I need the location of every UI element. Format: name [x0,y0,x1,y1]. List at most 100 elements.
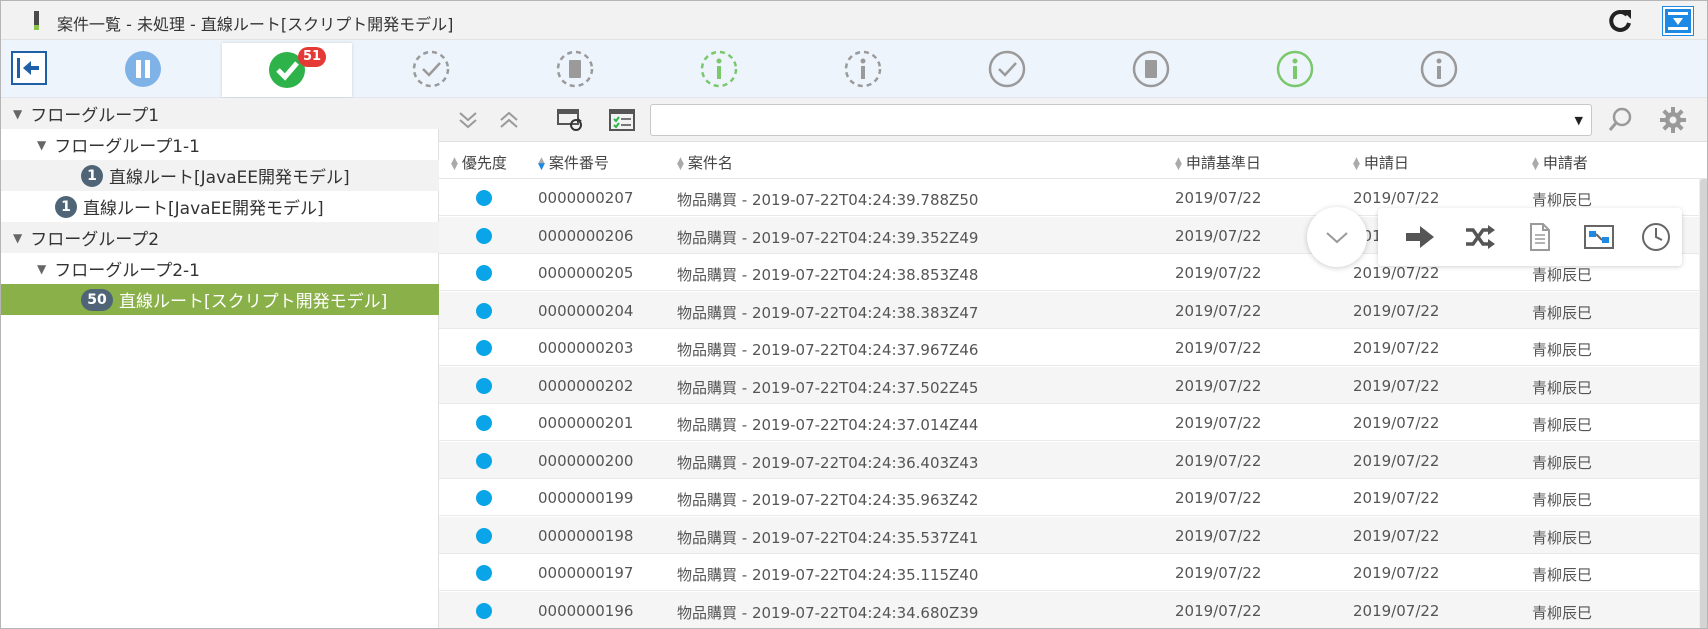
check-outline-icon [988,50,1026,88]
priority-dot-icon [476,565,492,581]
collapse-panel-button[interactable] [11,51,47,85]
flow-diagram-button[interactable] [1582,221,1616,253]
cell-date: 2019/07/22 [1353,489,1440,507]
column-header-label: 申請基準日 [1185,154,1261,172]
column-header[interactable]: ▲ ▼ 案件番号 [538,152,609,173]
column-header[interactable]: ▲ ▼ 優先度 [451,152,507,173]
expand-triangle-icon[interactable]: ▼ [13,231,22,245]
tree-item-group[interactable]: ▼ フローグループ2 [1,222,439,253]
status-tab-7[interactable] [942,40,1072,98]
cell-name: 物品購買 - 2019-07-22T04:24:39.788Z50 [677,191,979,209]
search-input[interactable]: ▼ [650,104,1592,136]
tree-item-label: 直線ルート[JavaEE開発モデル] [83,199,324,219]
cell-applicant: 青柳辰巳 [1532,453,1593,472]
cell-id: 0000000205 [538,264,634,282]
tree-item-label: 直線ルート[スクリプト開発モデル] [119,292,388,312]
column-header[interactable]: ▲ ▼ 申請基準日 [1175,152,1261,173]
table-row[interactable]: 0000000199 物品購買 - 2019-07-22T04:24:35.963… [439,479,1699,516]
status-tab-2[interactable]: 51 [222,43,352,97]
status-tab-6[interactable] [798,40,928,98]
status-tab-9[interactable] [1230,40,1360,98]
action-menu-toggle-button[interactable] [1307,207,1367,267]
arrow-left-icon [17,58,39,78]
count-badge: 50 [81,288,113,311]
table-row[interactable]: 0000000202 物品購買 - 2019-07-22T04:24:37.502… [439,366,1699,404]
column-header-label: 申請日 [1363,154,1409,172]
status-tab-4[interactable] [510,40,640,98]
tree-item-group[interactable]: ▼ フローグループ2-1 [1,253,439,284]
dropdown-caret-icon[interactable]: ▼ [1575,114,1583,127]
table-row[interactable]: 0000000201 物品購買 - 2019-07-22T04:24:37.014… [439,404,1699,441]
cell-id: 0000000200 [538,451,634,470]
table-row[interactable]: 0000000197 物品購買 - 2019-07-22T04:24:35.115… [439,554,1699,591]
column-header[interactable]: ▲ ▼ 申請日 [1353,152,1409,173]
process-button[interactable] [1403,221,1437,253]
cell-base-date: 2019/07/22 [1175,264,1262,282]
history-button[interactable] [1639,221,1673,253]
tree-item-flow[interactable]: 50 直線ルート[スクリプト開発モデル] [1,284,439,315]
tree-item-label: フローグループ1-1 [54,137,200,157]
status-tab-5[interactable] [654,40,784,98]
cell-base-date: 2019/07/22 [1175,339,1262,357]
expand-all-button[interactable] [453,106,483,134]
tree-item-label: フローグループ1 [30,106,160,126]
status-tab-8[interactable] [1086,40,1216,98]
priority-dot-icon [476,302,492,319]
cell-base-date: 2019/07/22 [1175,189,1262,207]
arrow-right-icon [1406,226,1434,248]
cell-base-date: 2019/07/22 [1175,451,1262,470]
refresh-button[interactable] [1605,7,1635,35]
sort-icon: ▲ ▼ [451,155,458,172]
tree-item-flow[interactable]: 1 直線ルート[JavaEE開発モデル] [1,191,439,222]
reload-list-button[interactable] [555,106,585,134]
tree-item-flow[interactable]: 1 直線ルート[JavaEE開発モデル] [1,160,439,191]
cell-name: 物品購買 - 2019-07-22T04:24:37.502Z45 [677,378,979,397]
tree-item-group[interactable]: ▼ フローグループ1 [1,98,439,129]
window-title: 案件一覧 - 未処理 - 直線ルート[スクリプト開発モデル] [57,15,454,34]
vertical-scrollbar[interactable] [1699,179,1707,628]
expand-triangle-icon[interactable]: ▼ [13,107,22,121]
cell-date: 2019/07/22 [1353,564,1440,582]
cell-date: 2019/07/22 [1353,376,1440,395]
scrollbar-thumb[interactable] [1700,179,1707,628]
count-badge: 51 [298,47,327,67]
count-badge: 1 [55,195,77,218]
table-row[interactable]: 0000000196 物品購買 - 2019-07-22T04:24:34.680… [439,591,1699,628]
column-header-label: 申請者 [1542,154,1588,172]
collapse-all-button[interactable] [494,106,524,134]
pause-icon [125,51,161,87]
cell-base-date: 2019/07/22 [1175,301,1262,320]
column-header[interactable]: ▲ ▼ 案件名 [677,152,733,173]
cell-date: 2019/07/22 [1353,339,1440,357]
check-dashed-icon [412,50,450,88]
tree-item-label: フローグループ2 [30,230,160,250]
detail-button[interactable] [1523,221,1557,253]
priority-dot-icon [476,190,492,206]
column-header[interactable]: ▲ ▼ 申請者 [1532,152,1588,173]
table-row[interactable]: 0000000198 物品購買 - 2019-07-22T04:24:35.537… [439,516,1699,554]
settings-button[interactable] [1658,106,1688,134]
status-tab-10[interactable] [1374,40,1504,98]
cell-id: 0000000198 [538,526,634,545]
search-button[interactable] [1606,106,1636,134]
status-tab-1[interactable] [78,40,208,98]
cell-id: 0000000199 [538,489,634,507]
cell-name: 物品購買 - 2019-07-22T04:24:35.115Z40 [677,566,979,584]
cell-name: 物品購買 - 2019-07-22T04:24:36.403Z43 [677,453,979,472]
expand-triangle-icon[interactable]: ▼ [37,262,46,276]
priority-dot-icon [476,227,492,244]
priority-dot-icon [476,415,492,431]
table-row[interactable]: 0000000204 物品購買 - 2019-07-22T04:24:38.383… [439,291,1699,329]
tree-item-group[interactable]: ▼ フローグループ1-1 [1,129,439,160]
table-row[interactable]: 0000000200 物品購買 - 2019-07-22T04:24:36.403… [439,441,1699,479]
list-toolbar: ▼ [439,98,1707,142]
column-settings-button[interactable] [607,106,637,134]
cell-base-date: 2019/07/22 [1175,489,1262,507]
download-button[interactable] [1662,6,1694,36]
status-tab-3[interactable] [366,40,496,98]
cell-date: 2019/07/22 [1353,414,1440,432]
expand-triangle-icon[interactable]: ▼ [37,138,46,152]
reassign-button[interactable] [1463,221,1497,253]
cell-date: 2019/07/22 [1353,301,1440,320]
table-row[interactable]: 0000000203 物品購買 - 2019-07-22T04:24:37.967… [439,329,1699,366]
